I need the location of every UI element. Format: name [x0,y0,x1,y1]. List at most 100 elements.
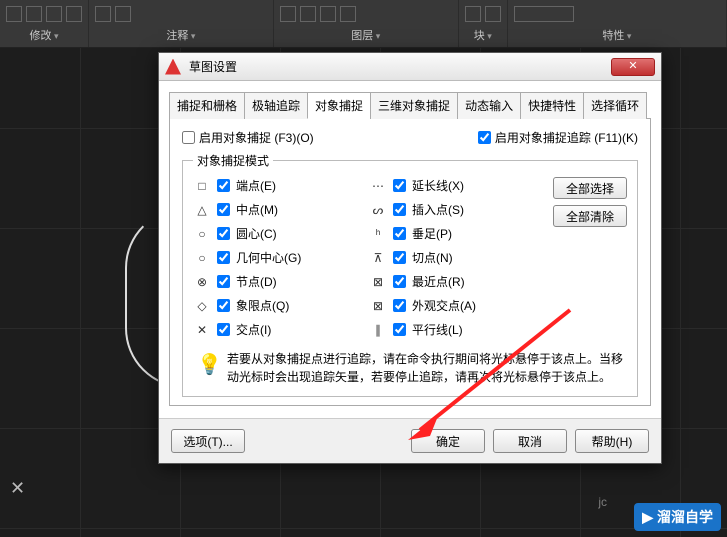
legend: 对象捕捉模式 [193,152,273,169]
help-button[interactable]: 帮助(H) [575,429,649,453]
ribbon-panel-annotate[interactable]: 注释 [89,0,274,47]
ok-button[interactable]: 确定 [411,429,485,453]
ribbon: 修改 注释 图层 块 特性 [0,0,727,48]
osnap-mode-label: 平行线(L) [412,321,463,338]
panel-title: 注释 [95,25,267,45]
osnap-mode-icon: ○ [193,227,211,241]
dialog-body: 捕捉和栅格 极轴追踪 对象捕捉 三维对象捕捉 动态输入 快捷特性 选择循环 启用… [159,81,661,418]
tab-snap-grid[interactable]: 捕捉和栅格 [169,92,245,119]
osnap-mode-icon: ⊠ [369,275,387,289]
osnap-mode-checkbox[interactable] [393,227,406,240]
ribbon-panel-properties[interactable]: 特性 [508,0,727,47]
osnap-mode-left-6[interactable]: ✕ 交点(I) [193,321,369,338]
tab-content: 启用对象捕捉 (F3)(O) 启用对象捕捉追踪 (F11)(K) 对象捕捉模式 … [169,119,651,406]
osnap-mode-label: 圆心(C) [236,225,277,242]
osnap-mode-left-5[interactable]: ◇ 象限点(Q) [193,297,369,314]
bulb-icon: 💡 [197,350,219,378]
osnap-mode-label: 交点(I) [236,321,271,338]
ribbon-panel-layer[interactable]: 图层 [274,0,459,47]
hint-text: 若要从对象捕捉点进行追踪，请在命令执行期间将光标悬停于该点上。当移动光标时会出现… [227,350,623,386]
titlebar[interactable]: 草图设置 ✕ [159,53,661,81]
osnap-mode-icon: ✕ [193,323,211,337]
osnap-mode-checkbox[interactable] [393,251,406,264]
osnap-mode-icon: △ [193,203,211,217]
osnap-mode-checkbox[interactable] [393,323,406,336]
osnap-mode-icon: ◇ [193,299,211,313]
drafting-settings-dialog: 草图设置 ✕ 捕捉和栅格 极轴追踪 对象捕捉 三维对象捕捉 动态输入 快捷特性 … [158,52,662,464]
osnap-mode-right-2[interactable]: ʰ 垂足(P) [369,225,545,242]
osnap-mode-checkbox[interactable] [217,179,230,192]
watermark-jc: jc [598,495,607,509]
ribbon-panel-block[interactable]: 块 [459,0,508,47]
osnap-mode-checkbox[interactable] [217,275,230,288]
tab-object-snap[interactable]: 对象捕捉 [307,92,371,119]
osnap-mode-left-3[interactable]: ○几何中心(G) [193,249,369,266]
osnap-mode-checkbox[interactable] [217,323,230,336]
watermark: ▶ 溜溜自学 [634,503,721,531]
tab-quick-props[interactable]: 快捷特性 [520,92,584,119]
osnap-mode-icon: ∥ [369,323,387,337]
osnap-mode-label: 延长线(X) [412,177,464,194]
osnap-mode-left-0[interactable]: □ 端点(E) [193,177,369,194]
options-button[interactable]: 选项(T)... [171,429,245,453]
osnap-mode-checkbox[interactable] [217,227,230,240]
osnap-mode-left-4[interactable]: ⊗ 节点(D) [193,273,369,290]
play-icon: ▶ [642,509,653,526]
osnap-mode-checkbox[interactable] [393,179,406,192]
close-button[interactable]: ✕ [611,58,655,76]
osnap-mode-icon: □ [193,179,211,193]
osnap-mode-label: 切点(N) [412,249,453,266]
tab-dynamic-input[interactable]: 动态输入 [457,92,521,119]
osnap-mode-right-3[interactable]: ⊼ 切点(N) [369,249,545,266]
osnap-mode-right-0[interactable]: ⋯ 延长线(X) [369,177,545,194]
cancel-button[interactable]: 取消 [493,429,567,453]
panel-title: 特性 [514,25,720,45]
watermark-badge: ▶ 溜溜自学 [634,503,721,531]
osnap-mode-checkbox[interactable] [217,251,230,264]
label: 启用对象捕捉追踪 (F11)(K) [495,129,638,146]
osnap-mode-right-5[interactable]: ⊠ 外观交点(A) [369,297,545,314]
osnap-mode-checkbox[interactable] [217,299,230,312]
tab-3d-osnap[interactable]: 三维对象捕捉 [370,92,458,119]
osnap-mode-icon: ᔕ [369,203,387,217]
osnap-mode-label: 外观交点(A) [412,297,476,314]
osnap-mode-label: 垂足(P) [412,225,452,242]
tabs: 捕捉和栅格 极轴追踪 对象捕捉 三维对象捕捉 动态输入 快捷特性 选择循环 [169,91,651,119]
enable-track-checkbox[interactable]: 启用对象捕捉追踪 (F11)(K) [478,129,638,146]
x-mark: ✕ [10,478,25,499]
osnap-mode-checkbox[interactable] [393,203,406,216]
osnap-mode-right-6[interactable]: ∥ 平行线(L) [369,321,545,338]
osnap-mode-checkbox[interactable] [217,203,230,216]
osnap-mode-checkbox[interactable] [393,299,406,312]
tab-polar[interactable]: 极轴追踪 [244,92,308,119]
osnap-mode-label: 象限点(Q) [236,297,289,314]
osnap-mode-left-1[interactable]: △中点(M) [193,201,369,218]
select-all-button[interactable]: 全部选择 [553,177,627,199]
osnap-mode-icon: ⋯ [369,179,387,193]
osnap-mode-label: 端点(E) [236,177,276,194]
clear-all-button[interactable]: 全部清除 [553,205,627,227]
ribbon-panel-modify[interactable]: 修改 [0,0,89,47]
osnap-mode-right-4[interactable]: ⊠ 最近点(R) [369,273,545,290]
osnap-mode-label: 插入点(S) [412,201,464,218]
osnap-mode-checkbox[interactable] [393,275,406,288]
brand-text: 溜溜自学 [657,507,713,527]
tab-selection-cycling[interactable]: 选择循环 [583,92,647,119]
osnap-mode-left-2[interactable]: ○ 圆心(C) [193,225,369,242]
panel-title: 修改 [6,25,82,45]
label: 启用对象捕捉 (F3)(O) [199,129,314,146]
osnap-mode-label: 几何中心(G) [236,249,301,266]
osnap-mode-icon: ⊗ [193,275,211,289]
modes-col-left: □ 端点(E) △中点(M) ○ 圆心(C) ○几何中心(G) ⊗ 节点(D) ◇ 象限点(Q) ✕… [193,177,369,338]
panel-title: 块 [465,25,501,45]
osnap-mode-label: 最近点(R) [412,273,465,290]
dialog-title: 草图设置 [187,58,611,75]
enable-osnap-checkbox[interactable]: 启用对象捕捉 (F3)(O) [182,129,314,146]
osnap-mode-right-1[interactable]: ᔕ 插入点(S) [369,201,545,218]
osnap-mode-icon: ʰ [369,227,387,241]
osnap-mode-label: 节点(D) [236,273,277,290]
app-icon [165,59,181,75]
osnap-mode-icon: ⊠ [369,299,387,313]
osnap-mode-icon: ⊼ [369,251,387,265]
modes-col-right: ⋯ 延长线(X) ᔕ 插入点(S) ʰ 垂足(P) ⊼ 切点(N) ⊠ 最近点(R) ⊠ 外观交点(A… [369,177,545,338]
